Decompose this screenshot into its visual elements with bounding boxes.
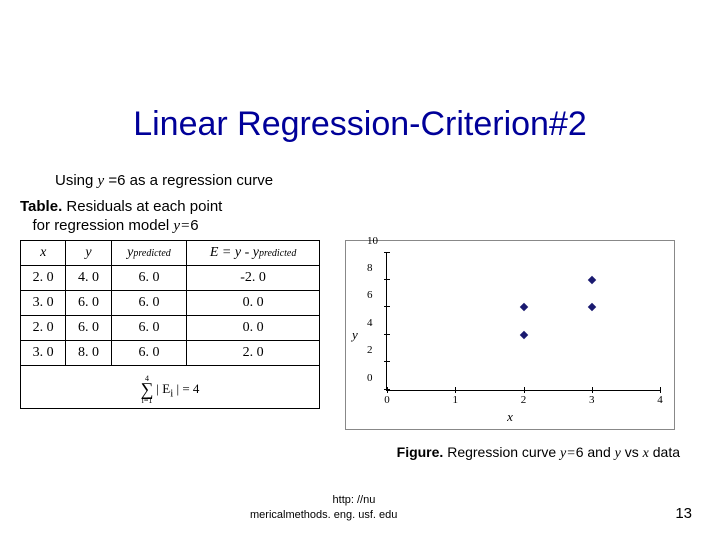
xtick-label: 4 [657,394,663,406]
table-row: 2. 0 6. 0 6. 0 0. 0 [21,315,320,340]
cell-x: 2. 0 [21,315,66,340]
xtick-label: 2 [521,394,527,406]
header-y: y [66,240,111,265]
cell-e: 0. 0 [187,315,320,340]
chart-ylabel: y [352,327,358,343]
ytick-label: 0 [367,372,373,384]
sum-body-close: | = [173,381,193,396]
page-title: Linear Regression-Criterion#2 [0,0,720,154]
footer-url: http: //nu mericalmethods. eng. usf. edu [250,493,470,522]
fig-caption-bold: Figure. [397,444,444,460]
scatter-chart: y 024681001234 x [345,240,675,430]
table-caption-val: 6 [190,217,198,234]
figure-caption: Figure. Regression curve y=6 and y vs x … [0,430,720,462]
table-caption-var: y= [173,218,190,234]
xtick-label: 3 [589,394,595,406]
cell-yp: 6. 0 [111,290,187,315]
table-caption: Table. Residuals at each point for regre… [0,190,720,236]
ytick-label: 10 [367,235,378,247]
table-caption-bold: Table. [20,198,62,215]
sum-cell: 4 ∑ i=1 | Ei | = 4 [21,365,320,409]
table-caption-l2a: for regression model [33,217,174,234]
cell-y: 8. 0 [66,340,111,365]
data-point [588,303,596,311]
residuals-table: x y ypredicted E = y - ypredicted 2. 0 4… [20,240,320,410]
subtitle-text: Using [55,172,98,189]
table-row: 3. 0 8. 0 6. 0 2. 0 [21,340,320,365]
fig-caption-t1: Regression curve [443,444,560,460]
cell-y: 6. 0 [66,315,111,340]
fig-caption-end: data [649,444,680,460]
cell-yp: 6. 0 [111,340,187,365]
xtick-label: 1 [453,394,459,406]
footer-url-top: http: //nu [333,494,376,506]
cell-y: 4. 0 [66,265,111,290]
subtitle-eq: =6 as a regression curve [104,172,273,189]
header-x: x [21,240,66,265]
data-point [519,330,527,338]
sum-result: 4 [193,381,200,396]
ytick-label: 4 [367,317,373,329]
table-sum-row: 4 ∑ i=1 | Ei | = 4 [21,365,320,409]
sum-body-main: | E [156,381,170,396]
footer-url-bottom: mericalmethods. eng. usf. edu [250,509,397,521]
table-row: 2. 0 4. 0 6. 0 -2. 0 [21,265,320,290]
xtick-label: 0 [384,394,390,406]
table-header-row: x y ypredicted E = y - ypredicted [21,240,320,265]
cell-y: 6. 0 [66,290,111,315]
content-row: x y ypredicted E = y - ypredicted 2. 0 4… [0,236,720,430]
table-caption-l1: Residuals at each point [62,198,222,215]
header-err-sub: predicted [259,248,296,259]
ytick-label: 8 [367,262,373,274]
plot-area: 024681001234 [386,253,660,391]
data-point [588,276,596,284]
fig-caption-eq: y= [560,446,576,461]
chart-xlabel: x [507,409,513,425]
ytick-label: 2 [367,344,373,356]
fig-caption-vs: vs [621,444,643,460]
sigma-icon: 4 ∑ i=1 [141,376,154,405]
fig-caption-eqval: 6 and [576,444,615,460]
cell-x: 3. 0 [21,290,66,315]
subtitle: Using y =6 as a regression curve [0,154,720,190]
cell-e: -2. 0 [187,265,320,290]
sum-body: | Ei | = 4 [156,381,199,400]
header-err: E = y - ypredicted [187,240,320,265]
page-number: 13 [675,505,692,522]
cell-yp: 6. 0 [111,315,187,340]
cell-x: 3. 0 [21,340,66,365]
cell-x: 2. 0 [21,265,66,290]
ytick-label: 6 [367,289,373,301]
cell-e: 2. 0 [187,340,320,365]
table-row: 3. 0 6. 0 6. 0 0. 0 [21,290,320,315]
header-err-main: E = y - y [210,245,259,260]
cell-yp: 6. 0 [111,265,187,290]
data-point [519,303,527,311]
header-ypred: ypredicted [111,240,187,265]
cell-e: 0. 0 [187,290,320,315]
header-ypred-sub: predicted [133,248,170,259]
sigma-lower: i=1 [142,398,153,405]
